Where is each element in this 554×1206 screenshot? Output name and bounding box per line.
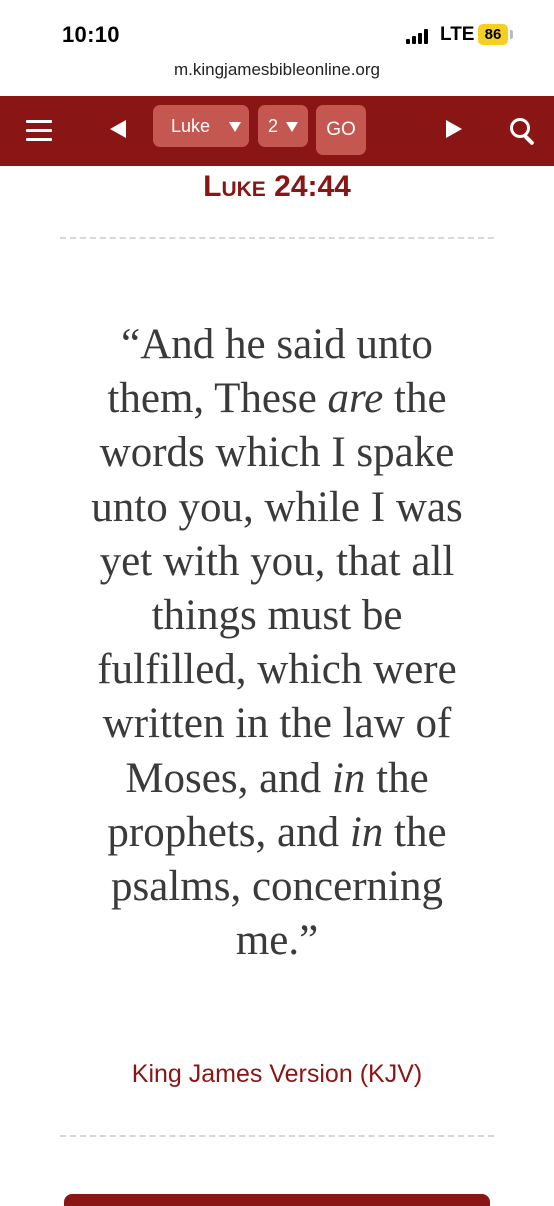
verse-italic-word: in [331,754,366,802]
status-bar: 10:10 LTE 86 [0,0,554,60]
book-select-value: Luke [171,116,211,136]
chevron-down-icon [229,122,241,132]
battery-nub [510,30,513,39]
chapter-select-value: 2 [268,116,279,136]
verse-italic-word: are [327,375,384,423]
version-label[interactable]: King James Version (KJV) [0,1060,554,1089]
cellular-signal-icon [406,28,432,44]
chevron-down-icon [286,122,298,132]
divider-bottom [60,1135,494,1137]
divider-top [60,237,494,239]
go-button[interactable]: GO [316,105,366,155]
verse-book: Luke [203,170,266,203]
book-select[interactable]: Luke [153,105,249,147]
verse-text: “And he said unto them, These are the wo… [72,318,482,968]
battery-icon: 86 [478,24,508,45]
status-time: 10:10 [62,22,120,47]
next-chapter-icon[interactable] [442,116,466,144]
verse-italic-word: in [349,808,384,856]
bottom-toolbar[interactable] [64,1194,490,1206]
network-type: LTE [440,24,475,45]
nav-bar: Luke 2 GO [0,96,554,166]
url-bar[interactable]: m.kingjamesbibleonline.org [0,60,554,80]
verse-segment: the words which I spake unto you, while … [91,375,463,802]
verse-reference: Luke 24:44 [0,170,554,204]
chapter-select[interactable]: 2 [258,105,308,147]
hamburger-menu-icon[interactable] [26,118,54,144]
verse-chapter-verse: 24:44 [274,170,351,203]
search-icon[interactable] [508,116,538,146]
previous-chapter-icon[interactable] [106,116,130,144]
